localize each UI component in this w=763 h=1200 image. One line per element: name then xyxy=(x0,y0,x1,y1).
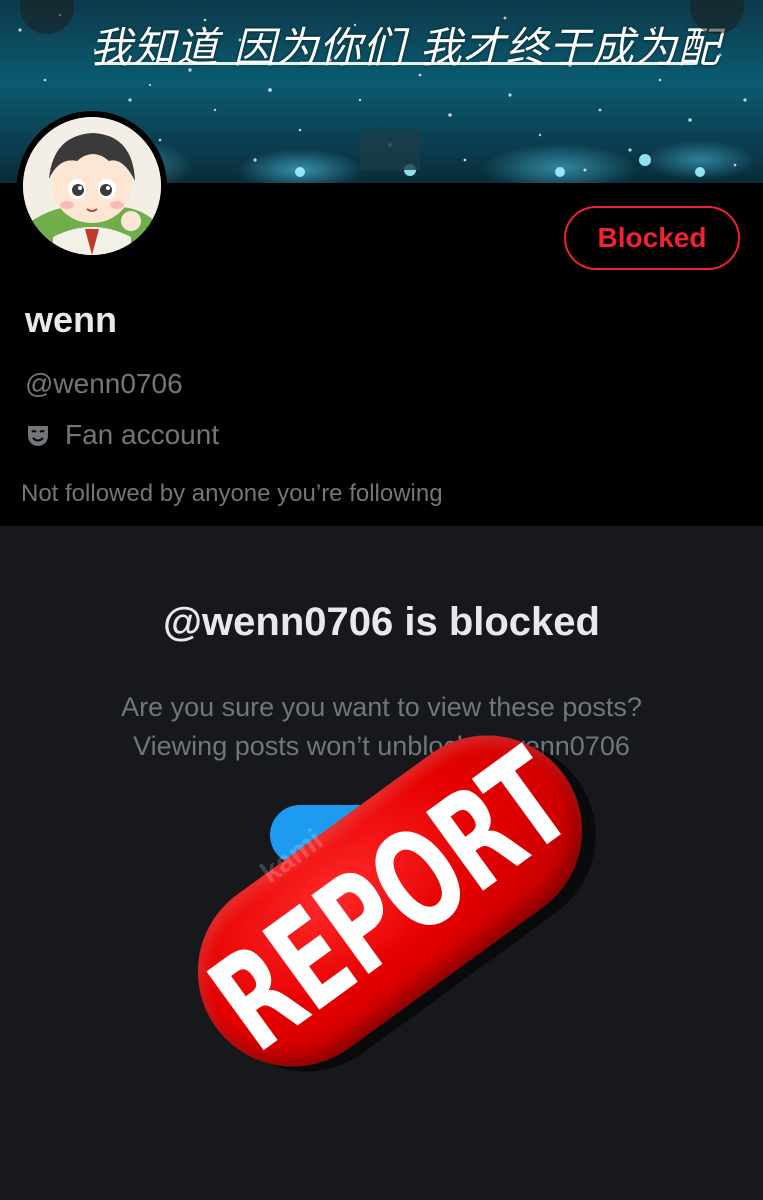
blocked-notice-line-1: Are you sure you want to view these post… xyxy=(121,692,642,722)
blocked-notice-title: @wenn0706 is blocked xyxy=(163,600,600,644)
handle: @wenn0706 xyxy=(25,368,183,399)
profile-category: Fan account xyxy=(25,419,219,451)
display-name: wenn xyxy=(25,299,118,340)
banner-caption-underline xyxy=(96,62,696,65)
banner-caption: 我知道 因为你们 我才终于成为配 xyxy=(90,23,721,72)
theater-mask-icon xyxy=(25,422,51,448)
category-label: Fan account xyxy=(65,419,220,450)
followers-you-know-note: Not followed by anyone you’re following xyxy=(21,480,443,507)
blocked-button[interactable]: Blocked xyxy=(564,206,740,270)
profile-header: Blocked wenn @wenn0706 Fan account Not f… xyxy=(0,111,763,526)
cartoon-boy-avatar xyxy=(23,117,161,255)
avatar[interactable] xyxy=(17,111,167,261)
